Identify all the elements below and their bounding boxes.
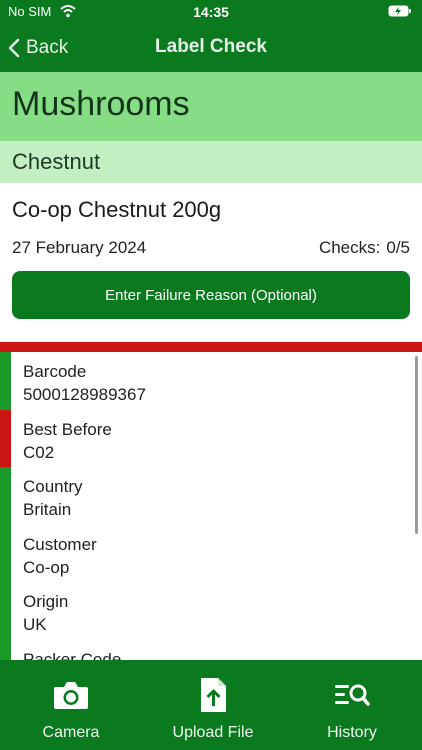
tab-upload-label: Upload File	[172, 724, 254, 741]
field-value: UK	[23, 615, 47, 634]
field-row-barcode[interactable]: Barcode 5000128989367	[0, 352, 422, 410]
enter-failure-reason-button[interactable]: Enter Failure Reason (Optional)	[12, 271, 410, 319]
tab-upload-file[interactable]: Upload File	[163, 660, 263, 750]
field-label: Origin	[23, 592, 69, 611]
tab-camera-label: Camera	[42, 724, 100, 741]
status-stripe	[0, 524, 11, 582]
bottom-tab-bar: Camera Upload File History	[0, 660, 422, 750]
battery-charging-icon	[388, 5, 411, 17]
tab-history-label: History	[327, 724, 377, 741]
status-stripe	[0, 582, 11, 640]
field-value: Britain	[23, 500, 72, 519]
status-stripe	[0, 639, 11, 660]
field-row-best-before[interactable]: Best Before C02	[0, 409, 422, 467]
checks-value: 0/5	[386, 238, 410, 257]
camera-icon	[54, 682, 88, 709]
label-fields-list[interactable]: Barcode 5000128989367 Best Before C02 Co…	[0, 352, 422, 660]
checks-counter: Checks: 0/5	[319, 238, 410, 258]
field-value: Co-op	[23, 557, 70, 577]
field-label: Customer	[23, 534, 97, 554]
status-stripe	[0, 467, 11, 525]
field-row-origin[interactable]: Origin UK	[0, 582, 422, 640]
subcategory-header: Chestnut	[0, 141, 422, 183]
field-value: 5000128989367	[23, 385, 146, 404]
history-search-icon	[335, 684, 370, 706]
subcategory-title: Chestnut	[12, 149, 101, 174]
upload-file-icon	[201, 678, 226, 712]
failure-status-bar	[0, 342, 422, 352]
field-label: Best Before	[23, 419, 112, 439]
field-row-packer-code[interactable]: Packer Code	[0, 639, 422, 661]
product-name: Co-op Chestnut 200g	[12, 197, 222, 222]
category-title: Mushrooms	[12, 85, 190, 123]
tab-history[interactable]: History	[302, 660, 402, 750]
field-label: Barcode	[23, 362, 87, 381]
page-title: Label Check	[155, 36, 267, 57]
field-row-country[interactable]: Country Britain	[0, 467, 422, 525]
status-bar: No SIM 14:35	[0, 0, 422, 24]
category-header: Mushrooms	[0, 72, 422, 141]
app-header: No SIM 14:35 Back Label Check	[0, 0, 422, 72]
field-row-customer[interactable]: Customer Co-op	[0, 524, 422, 582]
clock: 14:35	[193, 4, 229, 20]
navigation-bar: Back Label Check	[0, 24, 422, 72]
field-label: Packer Code	[23, 649, 122, 661]
list-scrollbar[interactable]	[415, 356, 418, 534]
field-label: Country	[23, 477, 83, 496]
tab-camera[interactable]: Camera	[21, 660, 121, 750]
status-stripe	[0, 409, 11, 467]
check-date: 27 February 2024	[12, 238, 147, 257]
field-value: C02	[23, 442, 55, 462]
status-stripe	[0, 352, 11, 410]
checks-label: Checks:	[318, 238, 381, 257]
